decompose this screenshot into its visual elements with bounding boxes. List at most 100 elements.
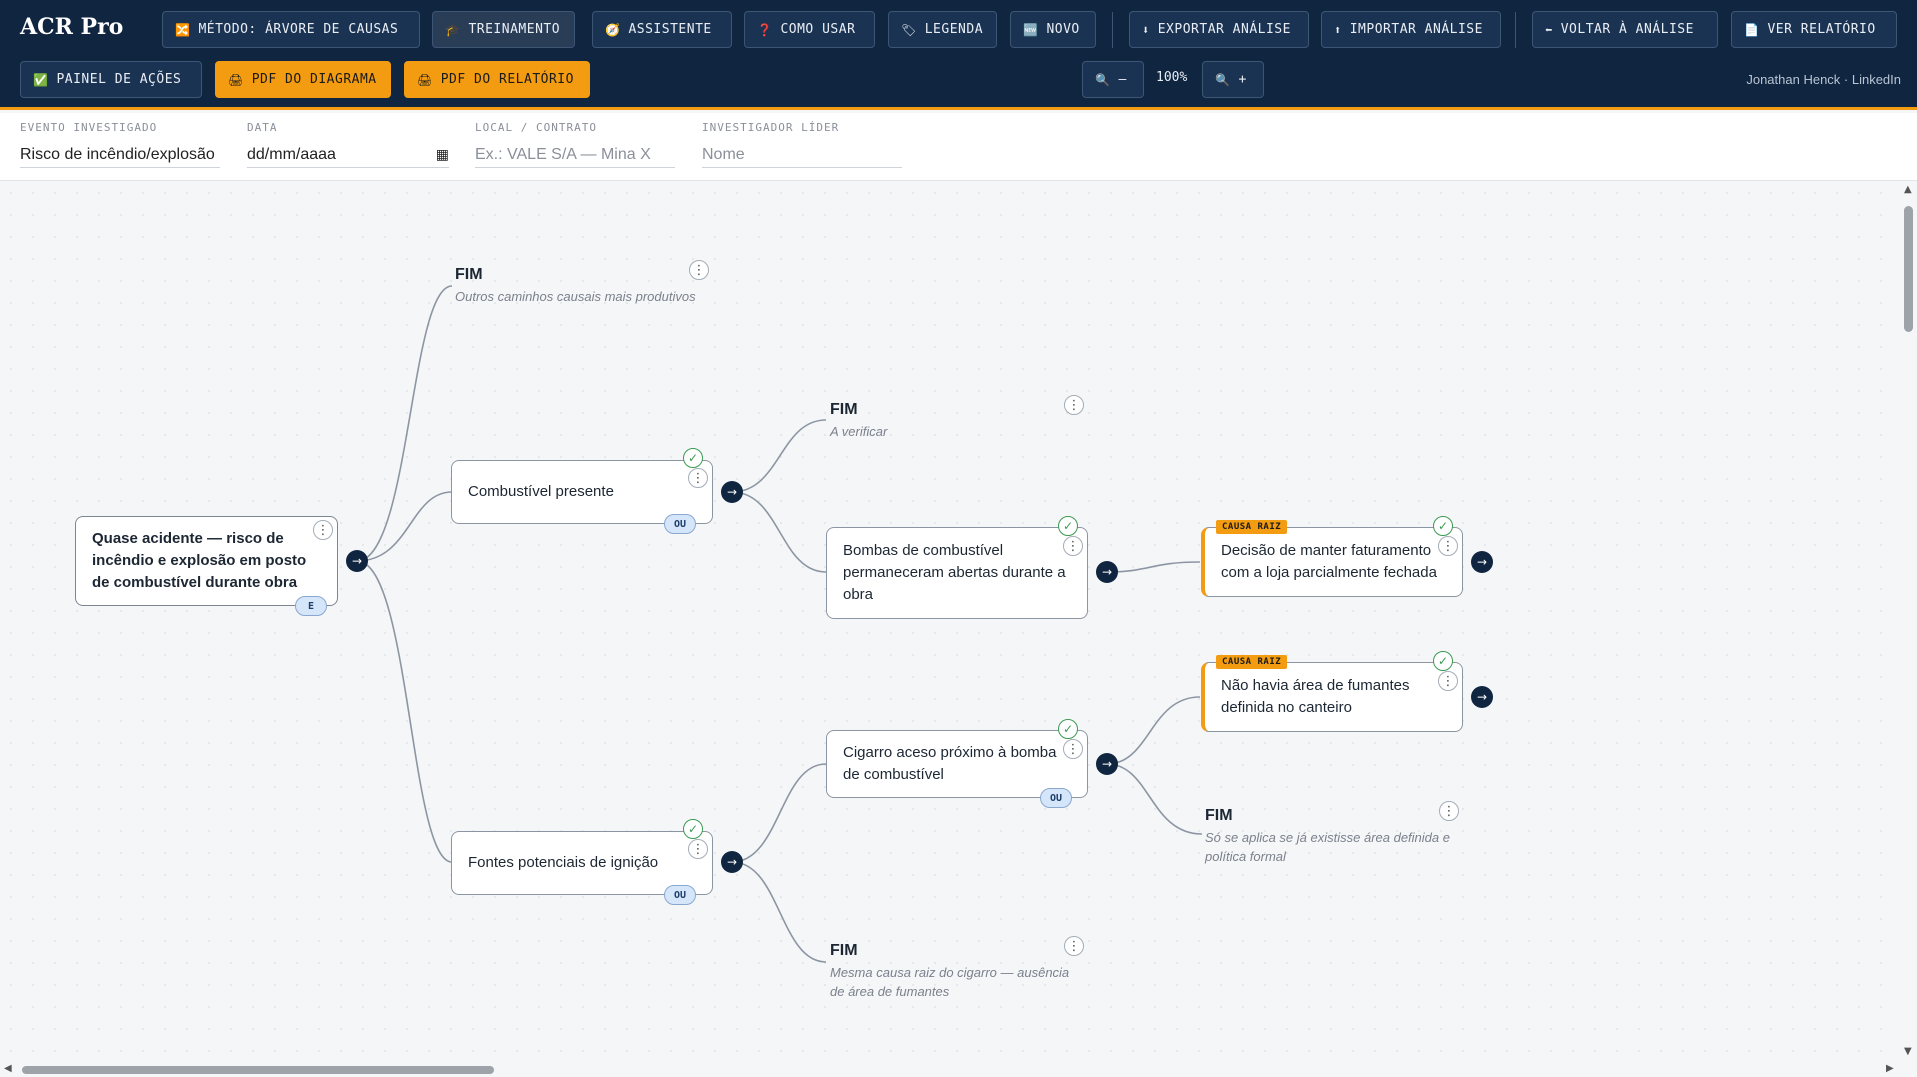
scroll-right-icon[interactable]: ▶ [1886,1063,1894,1074]
more-options-icon[interactable]: ⋮ [689,260,709,280]
gate-badge: OU [664,885,696,905]
end-description: A verificar [830,424,888,439]
expand-arrow-icon[interactable]: → [721,851,743,873]
more-options-icon[interactable]: ⋮ [313,520,333,540]
tree-connectors [356,285,1203,963]
view-report-button[interactable]: 📄 VER RELATÓRIO [1731,11,1897,48]
export-analysis-button[interactable]: ⬇ EXPORTAR ANÁLISE [1129,11,1309,48]
diagram-pdf-button[interactable]: 🖨 PDF DO DIAGRAMA [215,61,391,98]
import-analysis-button[interactable]: ⬆ IMPORTAR ANÁLISE [1321,11,1501,48]
zoom-out-label: – [1118,72,1127,87]
check-icon: ✓ [1433,516,1453,536]
end-description: Só se aplica se já existisse área defini… [1205,830,1450,864]
more-options-icon[interactable]: ⋮ [1063,739,1083,759]
diagram-canvas[interactable]: Quase acidente — risco de incêndio e exp… [0,182,1917,1062]
new-icon: 🆕 [1023,22,1039,37]
compass-icon: 🧭 [605,22,621,37]
event-field: EVENTO INVESTIGADO Risco de incêndio/exp… [20,121,220,168]
zoom-out-button[interactable]: 🔍 – [1082,61,1144,98]
vertical-scrollbar[interactable]: ▲ ▼ [1900,182,1917,1062]
assistant-label: ASSISTENTE [628,22,712,37]
method-button[interactable]: 🔀 MÉTODO: ÁRVORE DE CAUSAS [162,11,420,48]
legend-label: LEGENDA [924,22,984,37]
more-options-icon[interactable]: ⋮ [1438,671,1458,691]
action-panel-button[interactable]: ✅ PAINEL DE AÇÕES [20,61,202,98]
new-label: NOVO [1046,22,1080,37]
end-description: Mesma causa raiz do cigarro — ausência d… [830,965,1070,999]
vertical-scroll-thumb[interactable] [1904,206,1913,332]
how-to-use-button[interactable]: ❓ COMO USAR [744,11,875,48]
expand-arrow-icon[interactable]: → [1471,686,1493,708]
calendar-icon[interactable]: ▦ [436,146,449,163]
printer-icon: 🖨 [228,72,244,87]
cause-node-pumps[interactable]: Bombas de combustível permaneceram abert… [826,527,1088,619]
root-cause-node-revenue[interactable]: Decisão de manter faturamento com a loja… [1201,527,1463,597]
end-node: FIM Outros caminhos causais mais produti… [455,266,715,306]
scroll-up-icon[interactable]: ▲ [1904,184,1912,195]
gate-badge: OU [1040,788,1072,808]
location-label: LOCAL / CONTRATO [475,121,597,134]
printer-icon: 🖨 [417,72,433,87]
training-button[interactable]: 🎓 TREINAMENTO [432,11,575,48]
event-input[interactable]: Risco de incêndio/explosão [20,142,220,168]
expand-arrow-icon[interactable]: → [1471,551,1493,573]
toolbar-divider [1515,12,1516,48]
date-label: DATA [247,121,278,134]
expand-arrow-icon[interactable]: → [1096,561,1118,583]
check-icon: ✓ [1058,719,1078,739]
author-credit-link[interactable]: Jonathan Henck · LinkedIn [1746,72,1901,87]
expand-arrow-icon[interactable]: → [721,481,743,503]
view-report-label: VER RELATÓRIO [1767,22,1876,37]
end-node: FIM Mesma causa raiz do cigarro — ausênc… [830,942,1080,1001]
date-input[interactable]: dd/mm/aaaa ▦ [247,142,449,168]
root-event-text: Quase acidente — risco de incêndio e exp… [92,530,307,591]
root-cause-node-smoking[interactable]: Não havia área de fumantes definida no c… [1201,662,1463,732]
zoom-in-button[interactable]: 🔍 + [1202,61,1264,98]
horizontal-scrollbar[interactable]: ◀ ▶ [0,1062,1917,1077]
check-icon: ✓ [683,819,703,839]
root-cause-text: Decisão de manter faturamento com a loja… [1221,542,1437,581]
more-options-icon[interactable]: ⋮ [1438,536,1458,556]
zoom-in-label: + [1238,72,1247,87]
flow-icon: 🔀 [175,22,191,37]
root-cause-tag: CAUSA RAIZ [1216,655,1288,669]
arrow-left-icon: ⬅ [1545,22,1553,37]
more-options-icon[interactable]: ⋮ [1064,395,1084,415]
more-options-icon[interactable]: ⋮ [688,468,708,488]
assistant-button[interactable]: 🧭 ASSISTENTE [592,11,732,48]
check-icon: ✓ [1058,516,1078,536]
more-options-icon[interactable]: ⋮ [1064,936,1084,956]
app-title: ACR Pro [20,14,124,40]
question-icon: ❓ [757,22,773,37]
expand-arrow-icon[interactable]: → [346,550,368,572]
diagram-pdf-label: PDF DO DIAGRAMA [251,72,377,87]
event-label: EVENTO INVESTIGADO [20,121,158,134]
scroll-left-icon[interactable]: ◀ [4,1063,12,1074]
root-cause-text: Não havia área de fumantes definida no c… [1221,677,1410,716]
zoom-level: 100% [1156,70,1188,85]
expand-arrow-icon[interactable]: → [1096,753,1118,775]
tag-icon: 🏷 [901,22,917,37]
end-description: Outros caminhos causais mais produtivos [455,289,696,304]
download-icon: ⬇ [1142,22,1150,37]
root-event-node[interactable]: Quase acidente — risco de incêndio e exp… [75,516,338,606]
scroll-down-icon[interactable]: ▼ [1904,1046,1912,1057]
more-options-icon[interactable]: ⋮ [688,839,708,859]
import-analysis-label: IMPORTAR ANÁLISE [1349,22,1483,37]
location-input[interactable]: Ex.: VALE S/A — Mina X [475,142,675,168]
horizontal-scroll-thumb[interactable] [22,1066,494,1074]
lead-input[interactable]: Nome [702,142,902,168]
gate-badge: OU [664,514,696,534]
training-label: TREINAMENTO [468,22,561,37]
document-icon: 📄 [1744,22,1760,37]
new-button[interactable]: 🆕 NOVO [1010,11,1096,48]
more-options-icon[interactable]: ⋮ [1439,801,1459,821]
report-pdf-label: PDF DO RELATÓRIO [440,72,574,87]
back-to-analysis-button[interactable]: ⬅ VOLTAR À ANÁLISE [1532,11,1718,48]
legend-button[interactable]: 🏷 LEGENDA [888,11,997,48]
report-pdf-button[interactable]: 🖨 PDF DO RELATÓRIO [404,61,590,98]
magnifier-icon: 🔍 [1215,72,1231,87]
event-form: EVENTO INVESTIGADO Risco de incêndio/exp… [0,113,1917,181]
more-options-icon[interactable]: ⋮ [1063,536,1083,556]
cause-text: Cigarro aceso próximo à bomba de combust… [843,744,1057,783]
